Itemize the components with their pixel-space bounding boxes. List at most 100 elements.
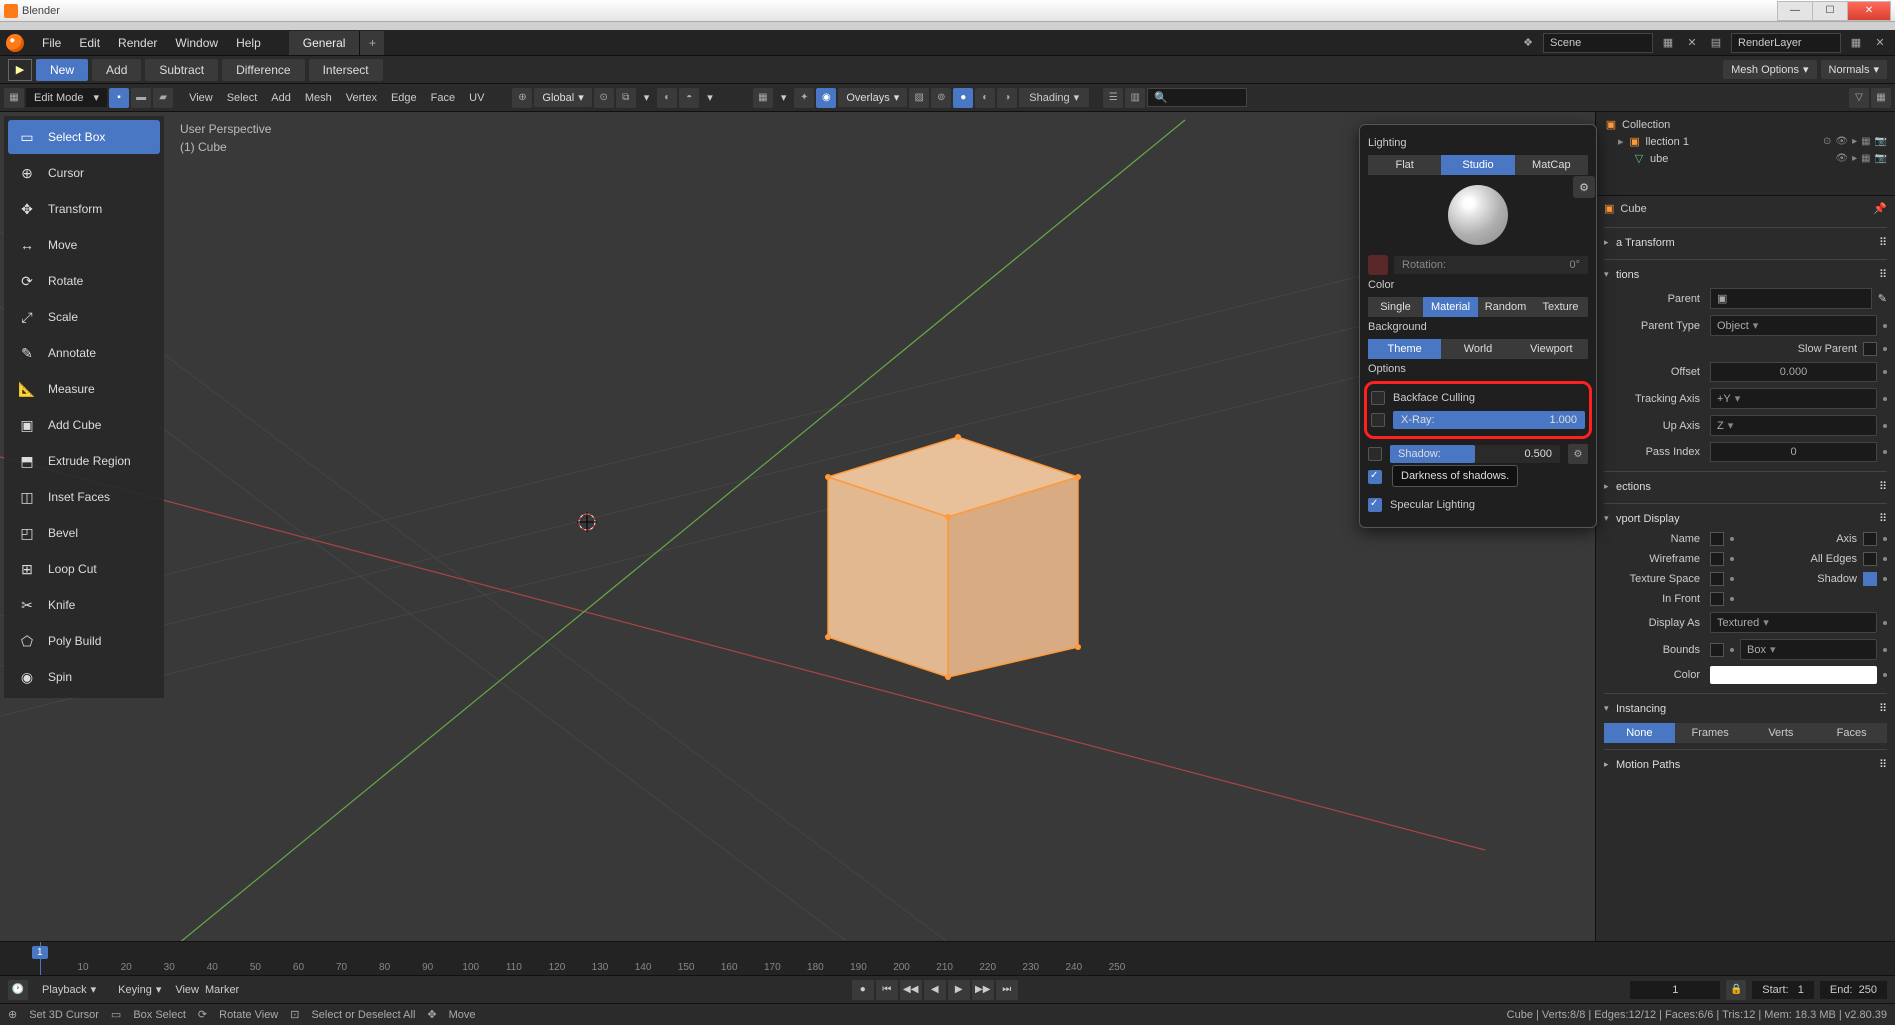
parent-type-dropdown[interactable]: Object xyxy=(1710,315,1877,336)
keyframe-prev-button[interactable]: ◀◀ xyxy=(900,980,922,1000)
instancing-frames[interactable]: Frames xyxy=(1675,723,1746,743)
world-rotation-toggle[interactable] xyxy=(1368,255,1388,275)
header-list-icon[interactable]: ☰ xyxy=(1103,88,1123,108)
instancing-none[interactable]: None xyxy=(1604,723,1675,743)
filter-icon[interactable]: ▽ xyxy=(1849,88,1869,108)
bg-tab-world[interactable]: World xyxy=(1441,339,1514,359)
color-tab-single[interactable]: Single xyxy=(1368,297,1423,317)
workspace-tab-general[interactable]: General xyxy=(289,31,361,55)
keying-dropdown[interactable]: Keying▾ xyxy=(110,980,169,999)
mode-dropdown[interactable]: Edit Mode▾ xyxy=(26,88,107,107)
object-color-field[interactable] xyxy=(1710,666,1877,684)
timeline-marker-menu[interactable]: Marker xyxy=(205,984,239,996)
lighting-tab-matcap[interactable]: MatCap xyxy=(1515,155,1588,175)
overlays-dropdown[interactable]: Overlays▾ xyxy=(838,88,907,107)
vp-menu-add[interactable]: Add xyxy=(265,89,297,107)
color-tab-random[interactable]: Random xyxy=(1478,297,1533,317)
playback-dropdown[interactable]: Playback▾ xyxy=(34,980,104,999)
header-search-input[interactable]: 🔍 xyxy=(1147,88,1247,107)
tool-bevel[interactable]: ◰Bevel xyxy=(8,516,160,550)
autokey-toggle[interactable]: ● xyxy=(852,980,874,1000)
menu-file[interactable]: File xyxy=(34,32,69,54)
tool-inset-faces[interactable]: ◫Inset Faces xyxy=(8,480,160,514)
backface-culling-checkbox[interactable] xyxy=(1371,391,1385,405)
boolean-subtract-button[interactable]: Subtract xyxy=(145,59,218,81)
scene-name-field[interactable]: Scene xyxy=(1543,33,1653,53)
tool-loop-cut[interactable]: ⊞Loop Cut xyxy=(8,552,160,586)
color-tab-material[interactable]: Material xyxy=(1423,297,1478,317)
mesh-options-dropdown[interactable]: Mesh Options▾ xyxy=(1723,60,1816,79)
minimize-button[interactable]: — xyxy=(1777,1,1813,21)
vp-menu-select[interactable]: Select xyxy=(221,89,264,107)
jump-last-button[interactable]: ⏭ xyxy=(996,980,1018,1000)
current-frame-field[interactable]: 1 xyxy=(1630,981,1720,999)
tool-knife[interactable]: ✂Knife xyxy=(8,588,160,622)
slow-parent-checkbox[interactable] xyxy=(1863,342,1877,356)
color-tab-texture[interactable]: Texture xyxy=(1533,297,1588,317)
vp-menu-uv[interactable]: UV xyxy=(463,89,490,107)
transform-section-header[interactable]: ▸a Transform⠿ xyxy=(1604,232,1887,253)
boolean-new-button[interactable]: New xyxy=(36,59,88,81)
end-frame-field[interactable]: End: 250 xyxy=(1820,981,1887,999)
all-edges-checkbox[interactable] xyxy=(1863,552,1877,566)
timeline-ruler[interactable]: 1020304050607080901001101201301401501601… xyxy=(0,942,1895,975)
tool-add-cube[interactable]: ▣Add Cube xyxy=(8,408,160,442)
bg-tab-theme[interactable]: Theme xyxy=(1368,339,1441,359)
menu-window[interactable]: Window xyxy=(167,32,226,54)
shading-dropdown[interactable]: Shading▾ xyxy=(1019,88,1089,107)
studio-light-preview[interactable] xyxy=(1448,185,1508,245)
popover-gear-icon[interactable]: ⚙ xyxy=(1573,176,1595,198)
bounds-type-dropdown[interactable]: Box xyxy=(1740,639,1877,660)
start-frame-field[interactable]: Start: 1 xyxy=(1752,981,1814,999)
workspace-add-button[interactable]: + xyxy=(360,31,384,55)
vp-menu-edge[interactable]: Edge xyxy=(385,89,423,107)
renderlayer-field[interactable]: RenderLayer xyxy=(1731,33,1841,53)
snap-icon[interactable]: ⧉ xyxy=(616,88,636,108)
orientation-icon[interactable]: ⊕ xyxy=(512,88,532,108)
rotation-field[interactable]: Rotation:0° xyxy=(1394,256,1588,274)
boolean-intersect-button[interactable]: Intersect xyxy=(309,59,383,81)
close-button[interactable]: ✕ xyxy=(1847,1,1891,21)
specular-checkbox[interactable] xyxy=(1368,498,1382,512)
show-name-checkbox[interactable] xyxy=(1710,532,1724,546)
maximize-button[interactable]: ☐ xyxy=(1812,1,1848,21)
tool-cursor[interactable]: ⊕Cursor xyxy=(8,156,160,190)
outliner-collection-root[interactable]: ▣ Collection xyxy=(1604,116,1887,133)
collections-section-header[interactable]: ▸ections⠿ xyxy=(1604,476,1887,497)
layer-browse-icon[interactable]: ▦ xyxy=(1847,34,1865,52)
tool-scale[interactable]: ⤢Scale xyxy=(8,300,160,334)
timeline-editor-icon[interactable]: 🕐 xyxy=(8,980,28,1000)
instancing-section-header[interactable]: ▾Instancing⠿ xyxy=(1604,698,1887,719)
lighting-tab-studio[interactable]: Studio xyxy=(1441,155,1514,175)
shadow-slider[interactable]: Shadow:0.500 xyxy=(1390,445,1560,463)
tool-transform[interactable]: ✥Transform xyxy=(8,192,160,226)
header-filter-icon[interactable]: ▥ xyxy=(1125,88,1145,108)
vp-menu-vertex[interactable]: Vertex xyxy=(340,89,383,107)
texture-space-checkbox[interactable] xyxy=(1710,572,1724,586)
layer-close-icon[interactable]: ✕ xyxy=(1871,34,1889,52)
xray-toggle-icon[interactable]: ▧ xyxy=(909,88,929,108)
shadow-settings-icon[interactable]: ⚙ xyxy=(1568,444,1588,464)
instancing-verts[interactable]: Verts xyxy=(1746,723,1817,743)
face-select-mode[interactable]: ▰ xyxy=(153,88,173,108)
edge-select-mode[interactable]: ▬ xyxy=(131,88,151,108)
cavity-checkbox[interactable] xyxy=(1368,470,1382,484)
scene-close-icon[interactable]: ✕ xyxy=(1683,34,1701,52)
gizmo-icon[interactable]: ✦ xyxy=(794,88,814,108)
current-frame-marker[interactable] xyxy=(40,942,41,975)
overlays-toggle[interactable]: ◉ xyxy=(816,88,836,108)
outliner-cube-item[interactable]: ▽ ube 👁▸▦📷 xyxy=(1604,150,1887,167)
bg-tab-viewport[interactable]: Viewport xyxy=(1515,339,1588,359)
show-axis-checkbox[interactable] xyxy=(1863,532,1877,546)
tool-select-box[interactable]: ▭Select Box xyxy=(8,120,160,154)
keyframe-next-button[interactable]: ▶▶ xyxy=(972,980,994,1000)
timeline-view-menu[interactable]: View xyxy=(175,984,199,996)
tool-poly-build[interactable]: ⬠Poly Build xyxy=(8,624,160,658)
pivot-icon[interactable]: ⊙ xyxy=(594,88,614,108)
boolean-add-button[interactable]: Add xyxy=(92,59,141,81)
proportional-falloff-icon[interactable]: ◓ xyxy=(679,88,699,108)
show-wireframe-checkbox[interactable] xyxy=(1710,552,1724,566)
pass-index-field[interactable]: 0 xyxy=(1710,442,1877,462)
editor-type-icon[interactable]: ▦ xyxy=(4,88,24,108)
eyedropper-icon[interactable]: ✎ xyxy=(1878,292,1887,305)
